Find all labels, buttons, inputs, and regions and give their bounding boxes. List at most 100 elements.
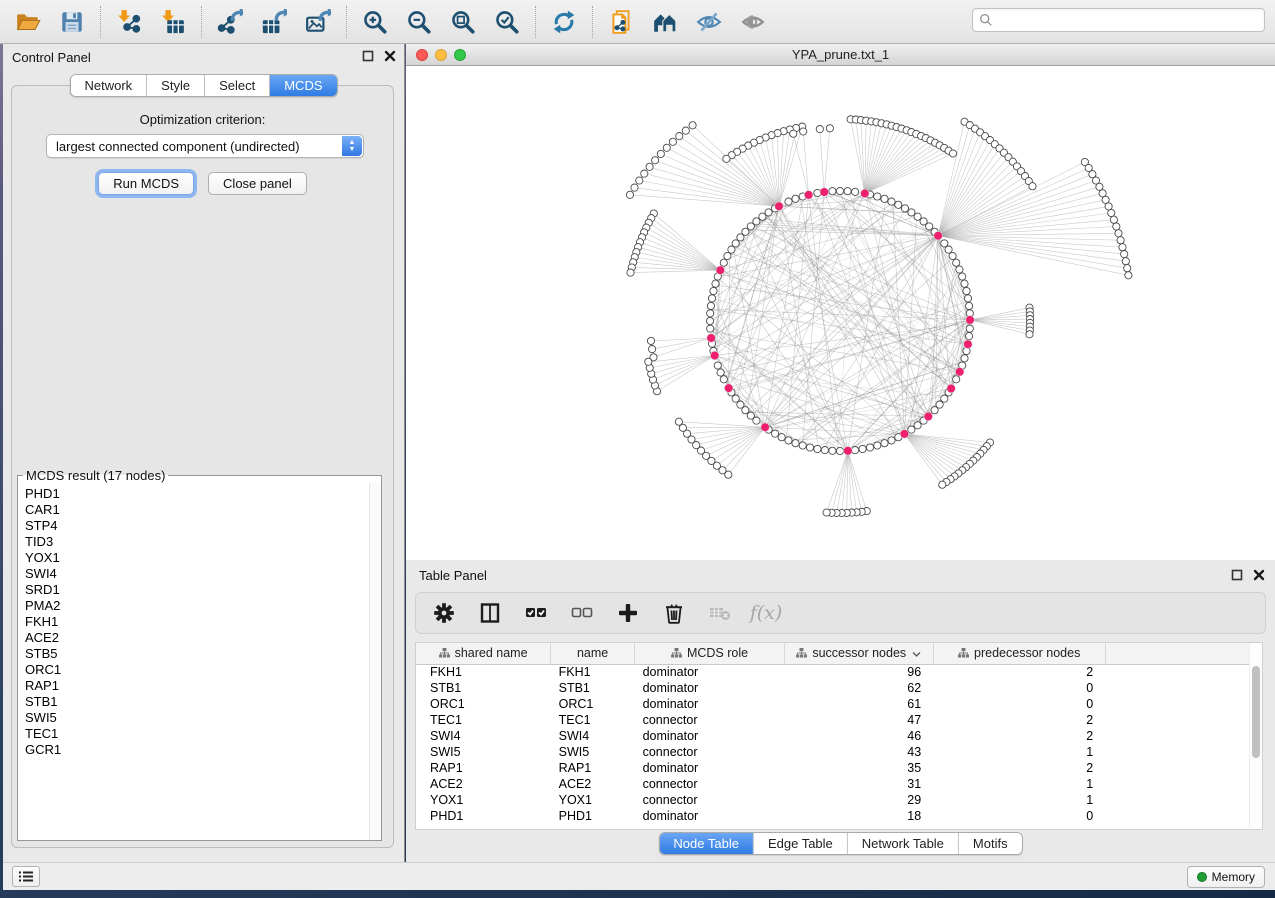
export-table-icon[interactable]: [260, 8, 288, 36]
list-icon: [18, 870, 34, 883]
run-mcds-button[interactable]: Run MCDS: [98, 172, 194, 195]
column-header-MCDS-role[interactable]: MCDS role: [635, 643, 785, 664]
mcds-result-item[interactable]: TID3: [25, 534, 367, 550]
table-row[interactable]: YOX1YOX1connector291: [416, 792, 1252, 808]
mcds-tab-pane: Optimization criterion: largest connecte…: [11, 85, 394, 848]
float-window-icon[interactable]: [362, 50, 374, 62]
hide-selected-icon[interactable]: [695, 8, 723, 36]
tab-network-table[interactable]: Network Table: [848, 833, 959, 854]
deselect-all-icon[interactable]: [570, 601, 594, 625]
close-panel-button[interactable]: Close panel: [208, 172, 307, 195]
table-row[interactable]: RAP1RAP1dominator352: [416, 760, 1252, 776]
network-window-title: YPA_prune.txt_1: [406, 47, 1275, 62]
mcds-result-item[interactable]: FKH1: [25, 614, 367, 630]
tab-network[interactable]: Network: [70, 75, 147, 96]
mcds-result-item[interactable]: YOX1: [25, 550, 367, 566]
close-icon[interactable]: [384, 50, 396, 62]
table-panel-title: Table Panel: [419, 568, 487, 583]
zoom-selected-icon[interactable]: [493, 8, 521, 36]
table-row[interactable]: STB1STB1dominator620: [416, 680, 1252, 696]
export-network-icon[interactable]: [216, 8, 244, 36]
table-row[interactable]: FKH1FKH1dominator962: [416, 664, 1252, 680]
import-network-icon[interactable]: [115, 8, 143, 36]
export-image-icon[interactable]: [304, 8, 332, 36]
network-view-window: YPA_prune.txt_1: [406, 44, 1275, 560]
memory-label: Memory: [1212, 870, 1255, 884]
zoom-fit-icon[interactable]: [449, 8, 477, 36]
float-window-icon[interactable]: [1231, 569, 1243, 581]
memory-button[interactable]: Memory: [1187, 866, 1265, 888]
table-row[interactable]: TEC1TEC1connector472: [416, 712, 1252, 728]
search-icon: [979, 13, 993, 27]
table-tabs: Node Table Edge Table Network Table Moti…: [658, 832, 1022, 855]
mcds-result-item[interactable]: RAP1: [25, 678, 367, 694]
show-all-icon[interactable]: [739, 8, 767, 36]
mcds-result-item[interactable]: SWI4: [25, 566, 367, 582]
tab-edge-table[interactable]: Edge Table: [754, 833, 848, 854]
zoom-in-icon[interactable]: [361, 8, 389, 36]
table-scrollbar[interactable]: [1249, 644, 1262, 828]
save-session-icon[interactable]: [58, 8, 86, 36]
column-header-filler: [1105, 643, 1252, 664]
network-window-titlebar[interactable]: YPA_prune.txt_1: [406, 44, 1275, 66]
table-panel: Table Panel f(x) shared namenameMCDS rol…: [406, 560, 1275, 862]
import-table-icon[interactable]: [159, 8, 187, 36]
memory-status-icon: [1197, 872, 1207, 882]
table-row[interactable]: ORC1ORC1dominator610: [416, 696, 1252, 712]
table-row[interactable]: SWI4SWI4dominator462: [416, 728, 1252, 744]
mcds-result-item[interactable]: ACE2: [25, 630, 367, 646]
column-header-shared-name[interactable]: shared name: [416, 643, 551, 664]
mcds-result-item[interactable]: TEC1: [25, 726, 367, 742]
column-header-name[interactable]: name: [551, 643, 635, 664]
table-toolbar: f(x): [415, 592, 1266, 634]
main-toolbar: [0, 0, 1275, 44]
control-panel: Control Panel Network Style Select MCDS …: [3, 44, 405, 862]
add-column-icon[interactable]: [616, 601, 640, 625]
network-canvas[interactable]: [406, 66, 1275, 560]
tab-mcds[interactable]: MCDS: [270, 75, 336, 96]
settings-gear-icon[interactable]: [432, 601, 456, 625]
function-builder-icon: f(x): [754, 601, 778, 625]
table-row[interactable]: ACE2ACE2connector311: [416, 776, 1252, 792]
mcds-result-item[interactable]: ORC1: [25, 662, 367, 678]
criterion-dropdown[interactable]: largest connected component (undirected)…: [46, 134, 364, 158]
task-history-button[interactable]: [12, 866, 40, 887]
mcds-result-item[interactable]: STB5: [25, 646, 367, 662]
mcds-result-item[interactable]: CAR1: [25, 502, 367, 518]
mcds-result-item[interactable]: STP4: [25, 518, 367, 534]
column-header-predecessor-nodes[interactable]: predecessor nodes: [933, 643, 1105, 664]
mcds-result-scrollbar[interactable]: [369, 483, 381, 840]
zoom-out-icon[interactable]: [405, 8, 433, 36]
network-graph[interactable]: [406, 66, 1275, 560]
control-panel-tabs: Network Style Select MCDS: [69, 74, 337, 97]
mcds-result-item[interactable]: GCR1: [25, 742, 367, 758]
column-header-successor-nodes[interactable]: successor nodes: [784, 643, 933, 664]
tab-motifs[interactable]: Motifs: [959, 833, 1022, 854]
tab-style[interactable]: Style: [147, 75, 205, 96]
delete-column-icon[interactable]: [662, 601, 686, 625]
select-all-icon[interactable]: [524, 601, 548, 625]
network-from-selection-icon[interactable]: [607, 8, 635, 36]
mcds-result-title: MCDS result (17 nodes): [23, 468, 168, 483]
criterion-value: largest connected component (undirected): [56, 139, 300, 154]
close-icon[interactable]: [1253, 569, 1265, 581]
dropdown-stepper-icon: ▲▼: [342, 136, 362, 156]
control-panel-title: Control Panel: [12, 50, 91, 65]
mcds-result-item[interactable]: PHD1: [25, 486, 367, 502]
refresh-view-icon[interactable]: [550, 8, 578, 36]
search-box[interactable]: [972, 8, 1265, 32]
mcds-result-list[interactable]: PHD1CAR1STP4TID3YOX1SWI4SRD1PMA2FKH1ACE2…: [18, 483, 381, 840]
mcds-result-item[interactable]: PMA2: [25, 598, 367, 614]
table-row[interactable]: SWI5SWI5connector431: [416, 744, 1252, 760]
mcds-result-item[interactable]: SRD1: [25, 582, 367, 598]
tab-node-table[interactable]: Node Table: [659, 833, 754, 854]
tab-select[interactable]: Select: [205, 75, 270, 96]
mcds-result-item[interactable]: SWI5: [25, 710, 367, 726]
table-row[interactable]: PHD1PHD1dominator180: [416, 808, 1252, 824]
column-layout-icon[interactable]: [478, 601, 502, 625]
mcds-result-item[interactable]: STB1: [25, 694, 367, 710]
open-file-icon[interactable]: [14, 8, 42, 36]
first-neighbors-icon[interactable]: [651, 8, 679, 36]
delete-table-icon: [708, 601, 732, 625]
search-input[interactable]: [993, 13, 1258, 28]
